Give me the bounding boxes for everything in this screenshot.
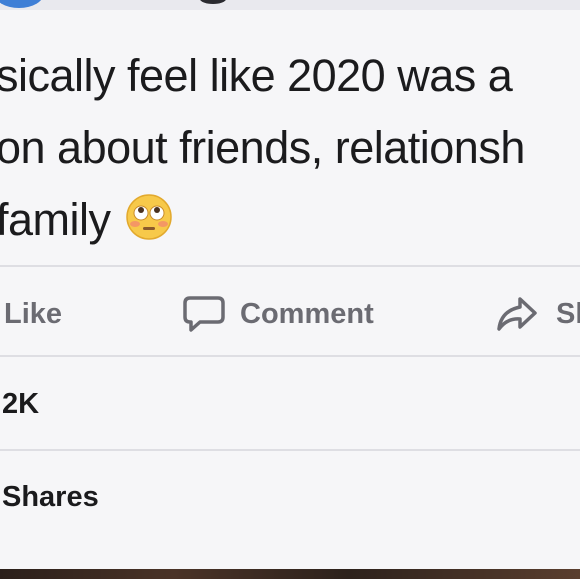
post-header-strip <box>0 0 580 10</box>
author-name-fragment <box>200 0 226 4</box>
like-button[interactable]: Like <box>4 296 62 332</box>
background-photo-edge <box>0 569 580 579</box>
divider-middle <box>0 355 580 357</box>
share-arrow-icon <box>496 296 538 332</box>
post-text-line-3-text: family <box>0 194 111 245</box>
post-text-line-2: on about friends, relationsh <box>0 122 525 173</box>
divider-top <box>0 265 580 267</box>
reactions-count[interactable]: 2K <box>2 388 39 421</box>
post-text-line-3: family <box>0 184 580 256</box>
divider-lower <box>0 449 580 451</box>
shares-label[interactable]: Shares <box>2 481 99 514</box>
share-button-label: Sh <box>556 297 580 330</box>
comment-button[interactable]: Comment <box>182 296 374 332</box>
post-text-line-1: sically feel like 2020 was a <box>0 50 513 101</box>
post-text: sically feel like 2020 was a on about fr… <box>0 40 580 256</box>
avatar[interactable] <box>0 0 44 8</box>
comment-button-label: Comment <box>240 297 374 330</box>
comment-icon <box>182 295 226 333</box>
like-button-label: Like <box>4 297 63 330</box>
flushed-face-emoji-icon <box>125 190 173 240</box>
share-button[interactable]: Sh <box>496 296 580 332</box>
